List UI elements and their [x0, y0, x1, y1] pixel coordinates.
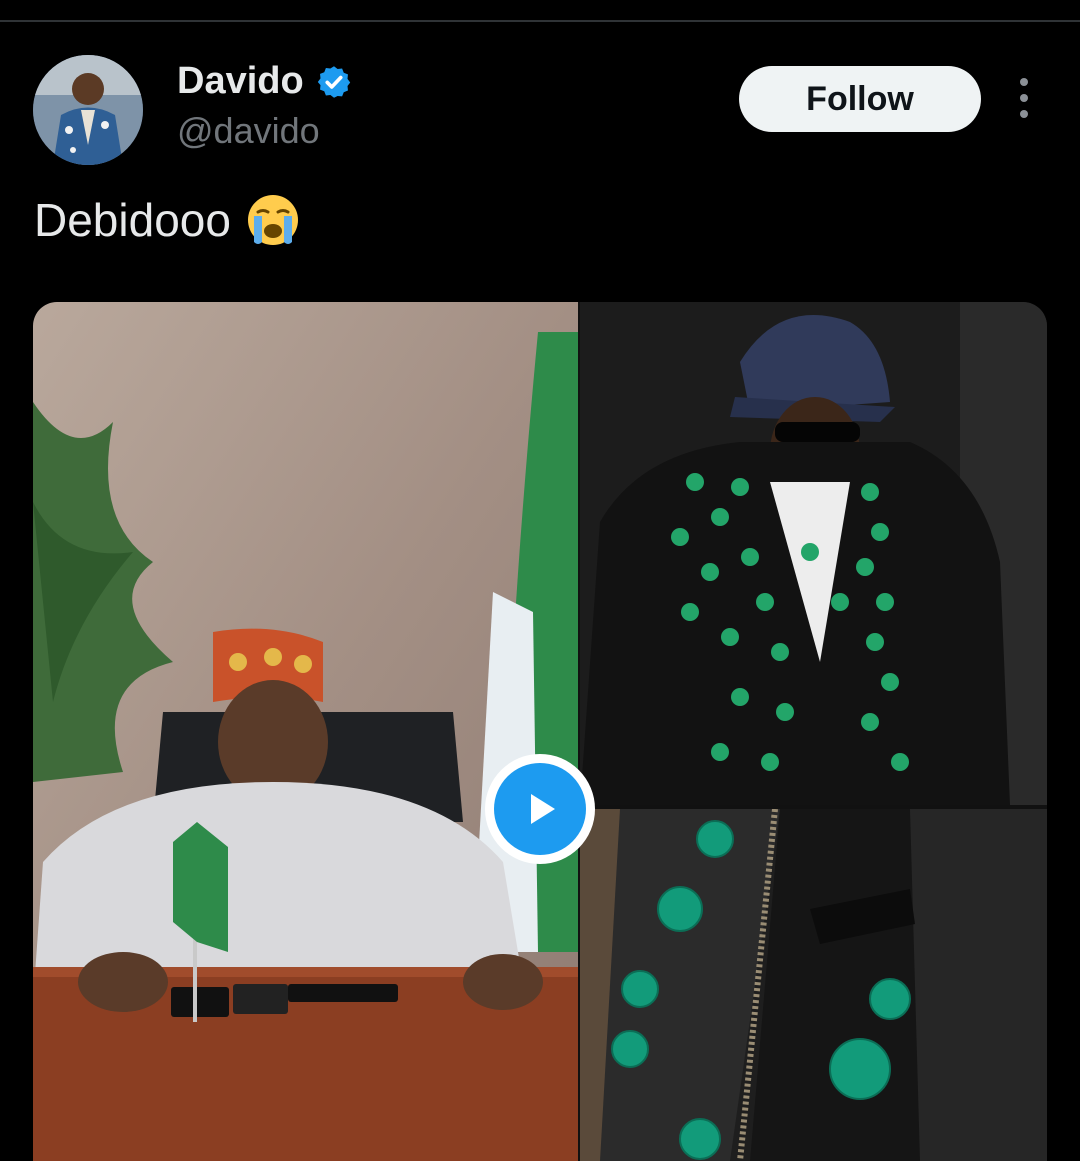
- top-divider: [0, 20, 1080, 22]
- author-handle[interactable]: @davido: [177, 110, 320, 152]
- avatar[interactable]: [33, 55, 143, 165]
- more-vertical-icon[interactable]: [1010, 78, 1038, 118]
- author-name-row: Davido: [177, 60, 352, 103]
- tweet-text: Debidooo: [34, 194, 231, 246]
- follow-button[interactable]: Follow: [739, 66, 981, 132]
- tweet-media-grid[interactable]: [33, 302, 1047, 1161]
- media-video-thumbnail[interactable]: [33, 302, 578, 1161]
- media-photo-jacket[interactable]: [580, 302, 1047, 805]
- verified-badge-icon: [317, 65, 350, 98]
- play-triangle-icon: [531, 794, 555, 824]
- loudly-crying-face-icon: [247, 195, 298, 245]
- media-photo-pins-closeup[interactable]: [580, 809, 1047, 1161]
- tweet-text-row: Debidooo: [34, 192, 301, 248]
- author-display-name[interactable]: Davido: [177, 60, 304, 103]
- play-icon[interactable]: [485, 754, 595, 864]
- play-button-inner[interactable]: [494, 763, 586, 855]
